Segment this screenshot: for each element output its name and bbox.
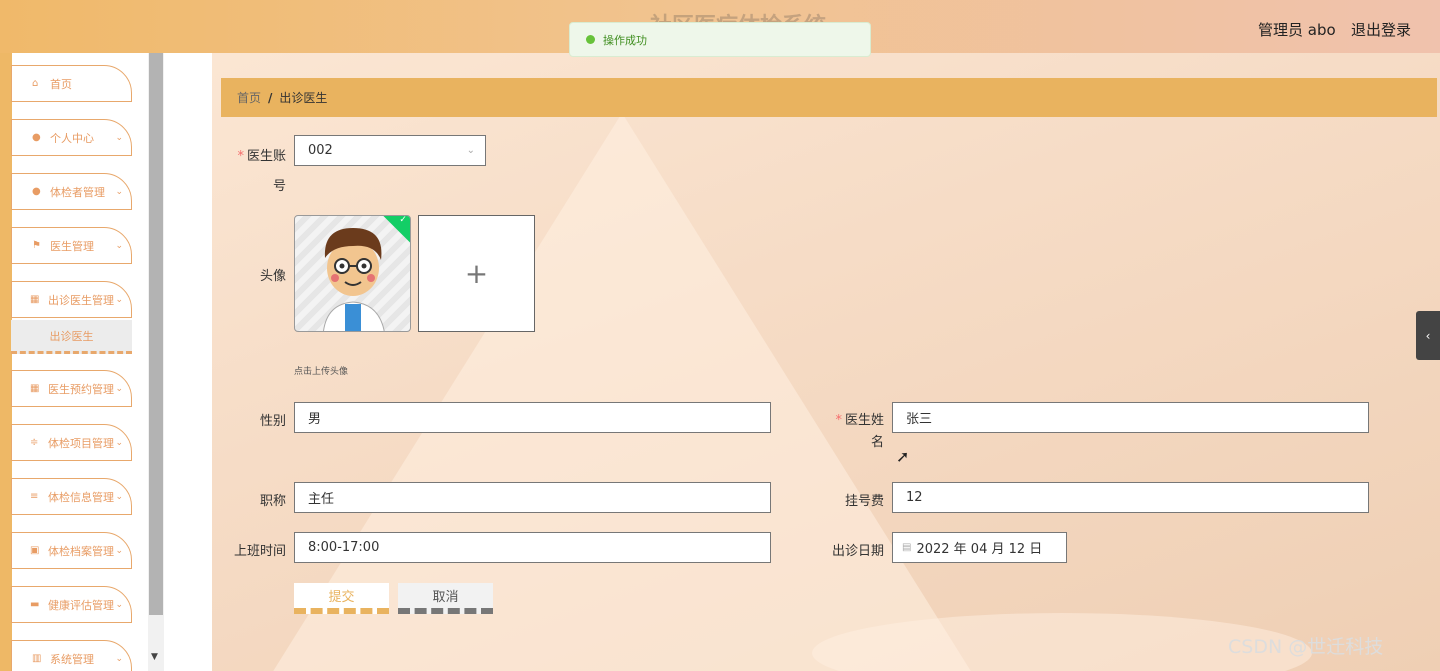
- sidebar-item-label: 体检者管理: [50, 185, 105, 199]
- scroll-down-arrow-icon[interactable]: ▼: [151, 652, 158, 662]
- sidebar-item-exam-info[interactable]: ≡ 体检信息管理 ⌄: [11, 478, 132, 515]
- sidebar-item-label: 个人中心: [50, 131, 94, 145]
- submenu-item-visiting-doctor[interactable]: 出诊医生: [11, 320, 132, 354]
- gender-value: 男: [308, 412, 322, 427]
- sidebar-item-examinee[interactable]: ● 体检者管理 ⌄: [11, 173, 132, 210]
- doctor-name-value: 张三: [906, 412, 933, 427]
- toast-message: 操作成功: [603, 33, 647, 47]
- check-icon: ✓: [399, 215, 407, 226]
- sidebar-item-label: 体检档案管理: [48, 544, 114, 558]
- sidebar-item-label: 医生管理: [50, 239, 94, 253]
- title-value: 主任: [308, 492, 335, 507]
- sidebar-item-label: 医生预约管理: [48, 382, 114, 396]
- cancel-button[interactable]: 取消: [398, 583, 493, 614]
- chevron-down-icon: ⌄: [466, 145, 475, 156]
- breadcrumb-current: 出诊医生: [279, 91, 328, 105]
- content-gutter: [164, 53, 212, 671]
- doctor-name-field[interactable]: 张三: [892, 402, 1369, 433]
- doctor-account-label-text: 医生账号: [246, 149, 286, 194]
- required-mark: *: [835, 413, 842, 428]
- sidebar-item-label: 出诊医生管理: [48, 293, 114, 307]
- chevron-down-icon: ⌄: [115, 295, 123, 305]
- clipboard-icon: ▣: [30, 544, 40, 556]
- chevron-down-icon: ⌄: [115, 546, 123, 556]
- calendar-icon: ▤: [902, 542, 912, 553]
- collapse-panel-button[interactable]: ‹: [1416, 311, 1440, 360]
- mouse-cursor-icon: ➚: [896, 447, 910, 466]
- doctor-account-value: 002: [308, 143, 333, 158]
- current-user: 管理员 abo: [1258, 21, 1336, 39]
- sidebar: ⌂ 首页 ● 个人中心 ⌄ ● 体检者管理 ⌄ ⚑ 医生管理 ⌄ ▦ 出诊医生管…: [0, 53, 148, 671]
- doctor-avatar-illustration: [323, 228, 385, 331]
- required-mark: *: [237, 149, 244, 164]
- gender-label: 性别: [259, 414, 286, 429]
- submit-button[interactable]: 提交: [294, 583, 389, 614]
- upload-tip: 点击上传头像: [294, 367, 349, 377]
- sidebar-item-health-eval[interactable]: ▬ 健康评估管理 ⌄: [11, 586, 132, 623]
- chevron-down-icon: ⌄: [115, 241, 123, 251]
- chevron-down-icon: ⌄: [115, 492, 123, 502]
- monitor-icon: ▬: [30, 598, 40, 610]
- success-check-icon: [586, 35, 595, 44]
- breadcrumb: 首页 / 出诊医生: [221, 78, 1437, 117]
- sidebar-item-label: 体检项目管理: [48, 436, 114, 450]
- breadcrumb-home[interactable]: 首页: [237, 89, 261, 106]
- watermark: CSDN @世迁科技: [1228, 636, 1384, 658]
- chevron-left-icon: ‹: [1425, 328, 1431, 343]
- chevron-down-icon: ⌄: [115, 654, 123, 664]
- doctor-account-select[interactable]: 002 ⌄: [294, 135, 486, 166]
- user-icon: ●: [32, 185, 41, 197]
- plus-icon: +: [464, 257, 489, 290]
- list-icon: ≡: [30, 490, 39, 502]
- grid-icon: ▦: [30, 382, 40, 394]
- chevron-down-icon: ⌄: [115, 133, 123, 143]
- breadcrumb-separator: /: [268, 90, 273, 105]
- avatar-upload-button[interactable]: +: [418, 215, 535, 332]
- avatar-label: 头像: [259, 269, 286, 284]
- sliders-icon: ≑: [30, 436, 39, 448]
- sidebar-item-doctor[interactable]: ⚑ 医生管理 ⌄: [11, 227, 132, 264]
- fee-field[interactable]: 12: [892, 482, 1369, 513]
- fee-value: 12: [906, 490, 923, 505]
- gender-field[interactable]: 男: [294, 402, 771, 433]
- date-picker[interactable]: ▤ 2022 年 04 月 12 日: [892, 532, 1067, 563]
- sidebar-item-exam-archive[interactable]: ▣ 体检档案管理 ⌄: [11, 532, 132, 569]
- sidebar-item-home[interactable]: ⌂ 首页: [11, 65, 132, 102]
- avatar-image[interactable]: ✓: [294, 215, 411, 332]
- chevron-down-icon: ⌄: [115, 600, 123, 610]
- sidebar-item-label: 系统管理: [50, 652, 94, 666]
- logout-link[interactable]: 退出登录: [1351, 19, 1411, 40]
- sidebar-scrollbar-thumb[interactable]: [149, 53, 163, 615]
- chevron-down-icon: ⌄: [115, 187, 123, 197]
- book-icon: ▥: [32, 652, 42, 664]
- sidebar-item-label: 首页: [50, 77, 72, 91]
- sidebar-item-personal-center[interactable]: ● 个人中心 ⌄: [11, 119, 132, 156]
- doctor-name-label-text: 医生姓名: [844, 413, 884, 450]
- sidebar-item-system[interactable]: ▥ 系统管理 ⌄: [11, 640, 132, 671]
- home-icon: ⌂: [32, 77, 39, 89]
- hours-value: 8:00-17:00: [308, 540, 380, 555]
- chevron-down-icon: ⌄: [115, 384, 123, 394]
- sidebar-item-label: 体检信息管理: [48, 490, 114, 504]
- hours-label: 上班时间: [233, 544, 286, 559]
- sidebar-item-label: 健康评估管理: [48, 598, 114, 612]
- date-label: 出诊日期: [831, 544, 884, 559]
- sidebar-item-appointment[interactable]: ▦ 医生预约管理 ⌄: [11, 370, 132, 407]
- sidebar-item-exam-items[interactable]: ≑ 体检项目管理 ⌄: [11, 424, 132, 461]
- title-label: 职称: [259, 494, 286, 509]
- fee-label: 挂号费: [844, 494, 884, 509]
- date-value: 2022 年 04 月 12 日: [916, 542, 1043, 557]
- user-icon: ●: [32, 131, 41, 143]
- grid-icon: ▦: [30, 293, 40, 305]
- chevron-down-icon: ⌄: [115, 438, 123, 448]
- sidebar-item-visiting-doctor[interactable]: ▦ 出诊医生管理 ⌄: [11, 281, 132, 318]
- doctor-account-label: * 医生账号: [236, 142, 286, 202]
- flag-icon: ⚑: [32, 239, 41, 251]
- doctor-name-label: * 医生姓名: [832, 410, 884, 454]
- title-field[interactable]: 主任: [294, 482, 771, 513]
- hours-field[interactable]: 8:00-17:00: [294, 532, 771, 563]
- success-toast: 操作成功: [569, 22, 871, 57]
